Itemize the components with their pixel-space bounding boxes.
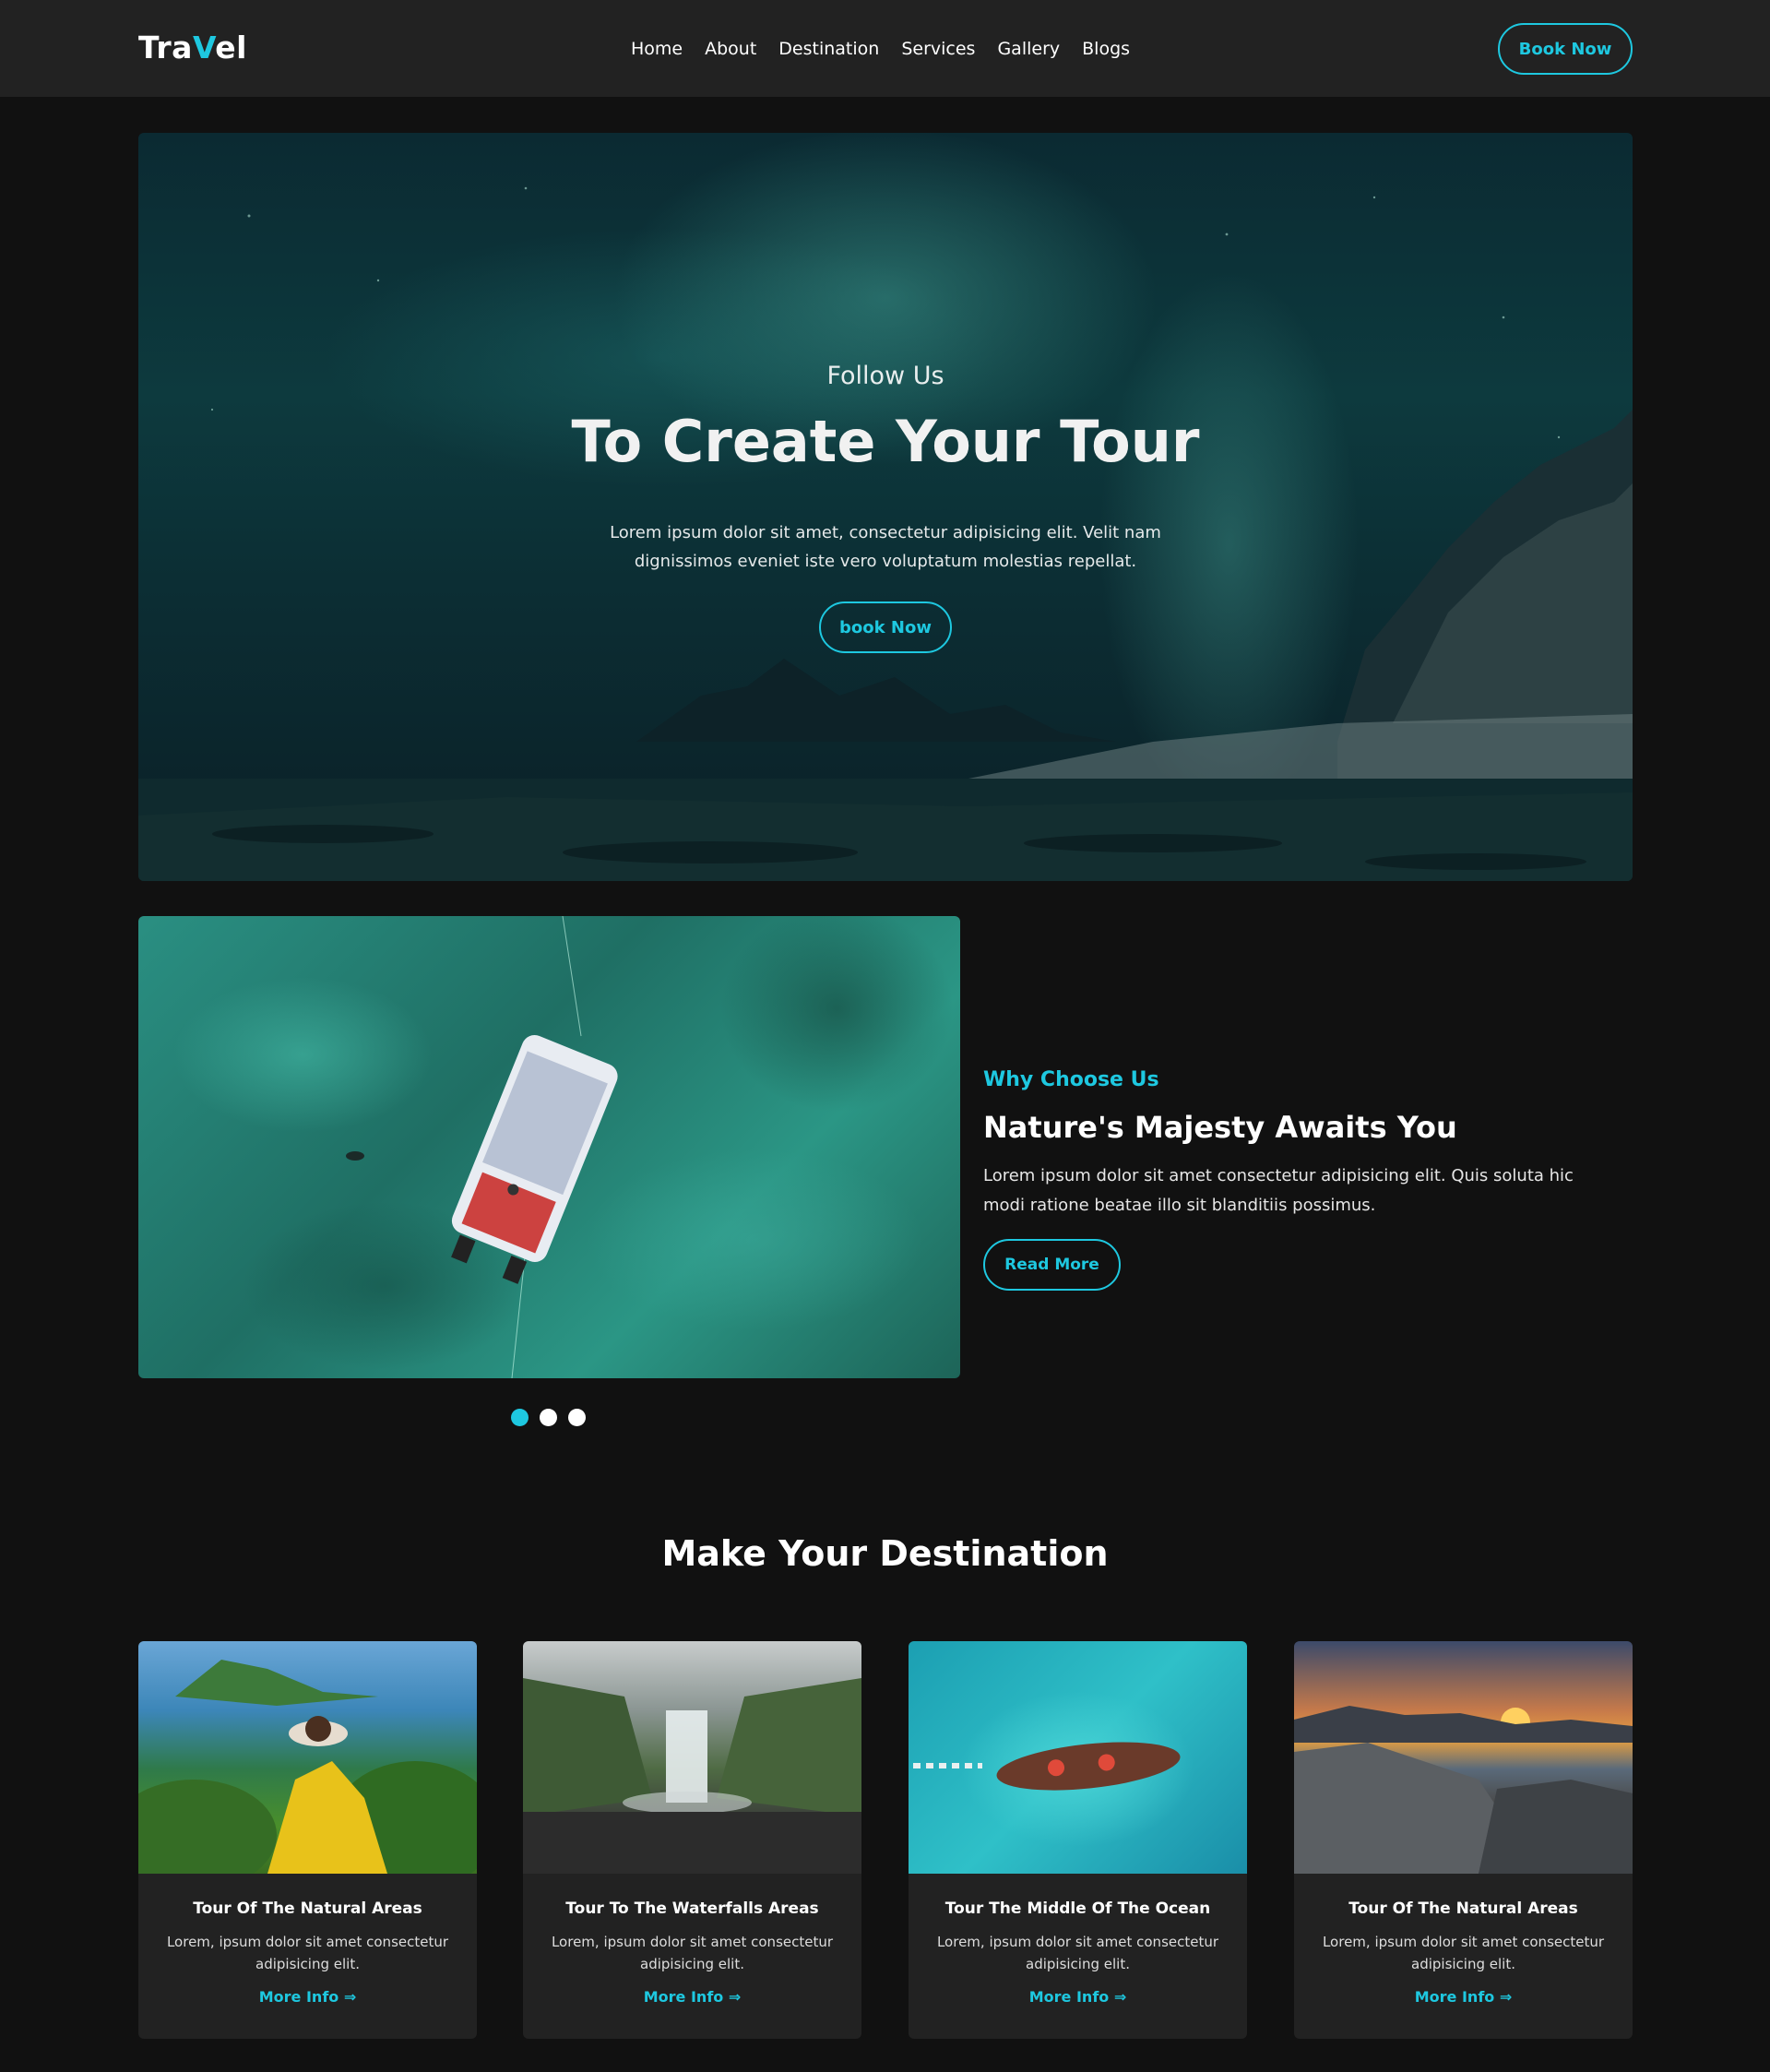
hero-title: To Create Your Tour [571, 408, 1200, 475]
destination-card-image [909, 1641, 1247, 1874]
destination-card-image [138, 1641, 477, 1874]
destination-card-text: Lorem, ipsum dolor sit amet consectetur … [1322, 1934, 1605, 1972]
destination-card-text: Lorem, ipsum dolor sit amet consectetur … [166, 1934, 449, 1972]
hero-description: Lorem ipsum dolor sit amet, consectetur … [610, 523, 1161, 571]
slider-dot-3[interactable] [568, 1409, 586, 1426]
nav-link-about[interactable]: About [705, 39, 756, 59]
read-more-button[interactable]: Read More [983, 1239, 1121, 1291]
more-info-link[interactable]: More Info ⇒ [909, 1988, 1247, 2006]
destination-card-image [1294, 1641, 1633, 1874]
destination-card-title: Tour To The Waterfalls Areas [565, 1899, 819, 1918]
nav-book-now-button[interactable]: Book Now [1498, 23, 1633, 75]
destination-card-text: Lorem, ipsum dolor sit amet consectetur … [551, 1934, 834, 1972]
destination-card: Tour Of The Natural Areas Lorem, ipsum d… [1294, 1641, 1633, 2039]
slider-dot-1[interactable] [511, 1409, 529, 1426]
more-info-link[interactable]: More Info ⇒ [523, 1988, 861, 2006]
why-choose-description: Lorem ipsum dolor sit amet consectetur a… [983, 1166, 1574, 1215]
more-info-link[interactable]: More Info ⇒ [138, 1988, 477, 2006]
destination-card: Tour The Middle Of The Ocean Lorem, ipsu… [909, 1641, 1247, 2039]
more-info-link[interactable]: More Info ⇒ [1294, 1988, 1633, 2006]
navbar: TraVel Home About Destination Services G… [0, 0, 1770, 97]
hero-banner: Follow Us To Create Your Tour Lorem ipsu… [138, 133, 1633, 881]
nav-link-blogs[interactable]: Blogs [1082, 39, 1130, 59]
hero-book-now-button[interactable]: book Now [819, 601, 952, 653]
aurora-landscape-image [138, 186, 1633, 881]
why-choose-title: Nature's Majesty Awaits You [983, 1110, 1457, 1145]
destination-card-title: Tour Of The Natural Areas [1348, 1899, 1578, 1918]
logo-text-accent: V [192, 30, 216, 65]
hero-subtitle: Follow Us [826, 362, 944, 390]
nav-link-services[interactable]: Services [901, 39, 975, 59]
why-choose-tag: Why Choose Us [983, 1068, 1159, 1091]
destination-card-image [523, 1641, 861, 1874]
destinations-section-title: Make Your Destination [661, 1533, 1109, 1574]
destination-card-title: Tour Of The Natural Areas [193, 1899, 422, 1918]
logo[interactable]: TraVel [138, 30, 247, 65]
logo-text-start: Tra [138, 30, 193, 65]
destination-card-title: Tour The Middle Of The Ocean [944, 1899, 1211, 1918]
destination-card: Tour Of The Natural Areas Lorem, ipsum d… [138, 1641, 477, 2039]
logo-text-end: el [215, 30, 247, 65]
slider-dot-2[interactable] [540, 1409, 557, 1426]
main-nav: Home About Destination Services Gallery … [631, 39, 1130, 59]
slider-dots [511, 1409, 586, 1426]
destination-card: Tour To The Waterfalls Areas Lorem, ipsu… [523, 1641, 861, 2039]
nav-link-home[interactable]: Home [631, 39, 683, 59]
nav-link-gallery[interactable]: Gallery [997, 39, 1060, 59]
boat-aerial-image [138, 916, 960, 1378]
nav-link-destination[interactable]: Destination [778, 39, 879, 59]
destination-card-text: Lorem, ipsum dolor sit amet consectetur … [936, 1934, 1219, 1972]
